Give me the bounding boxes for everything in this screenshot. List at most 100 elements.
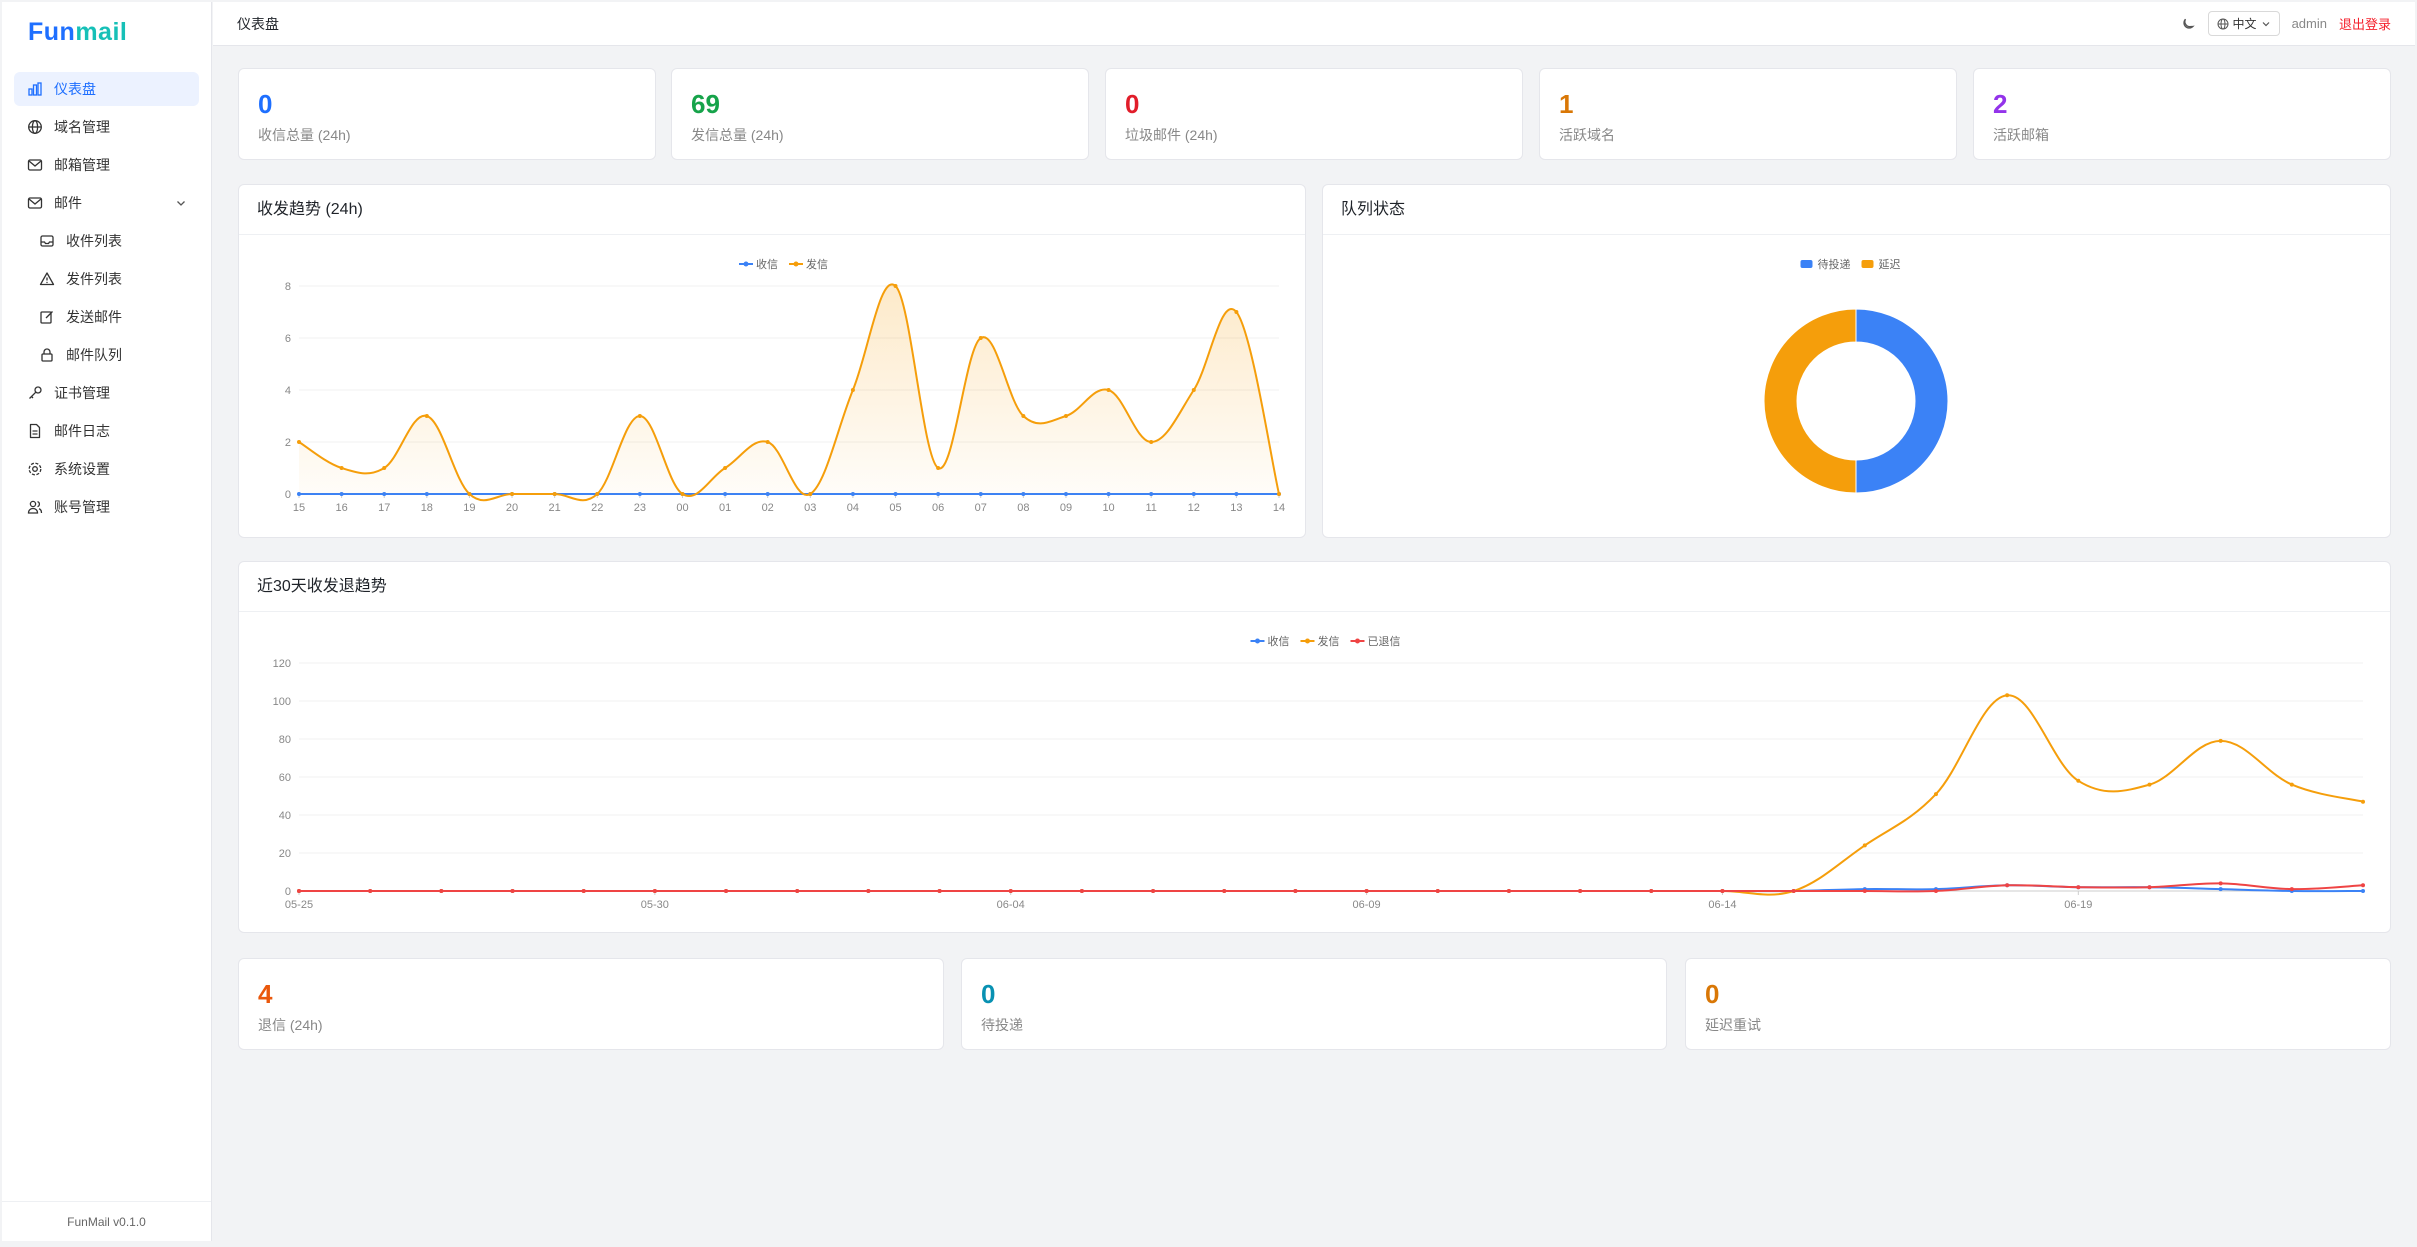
data-point <box>893 284 898 288</box>
stat-value: 2 <box>1993 89 2008 119</box>
data-point <box>467 492 472 496</box>
data-point <box>795 889 800 893</box>
stat-label: 活跃域名 <box>1559 127 1615 143</box>
legend-swatch <box>1861 260 1874 268</box>
stat-value: 0 <box>981 979 996 1009</box>
data-point <box>1862 889 1867 893</box>
language-value: 中文 <box>2232 17 2257 31</box>
x-tick-label: 08 <box>1017 502 1029 514</box>
data-point <box>1222 889 1227 893</box>
language-select[interactable]: 中文 <box>2207 11 2280 36</box>
data-point <box>368 889 373 893</box>
data-point <box>1149 440 1154 444</box>
legend-label: 收信 <box>756 257 778 271</box>
sidebar-item-6[interactable]: 发送邮件 <box>14 300 199 334</box>
users-icon <box>26 498 44 516</box>
sidebar-item-4[interactable]: 收件列表 <box>14 224 199 258</box>
globe-icon <box>26 118 44 136</box>
y-tick-label: 80 <box>279 734 291 746</box>
data-point <box>510 492 515 496</box>
trend-30d-chart: 0 20 40 60 80 100 120 05-25 05-30 06-04 06-09 06-14… <box>273 634 2365 911</box>
sidebar-item-label: 邮件 <box>54 195 82 211</box>
version-label: FunMail v0.1.0 <box>2 1201 211 1241</box>
x-tick-label: 18 <box>421 502 433 514</box>
stat-card-sent: 69 发信总量 (24h) <box>671 68 1089 160</box>
data-point <box>724 889 729 893</box>
data-point <box>1234 310 1239 314</box>
data-point <box>637 414 642 418</box>
stat-card-deferred: 0 延迟重试 <box>1685 958 2391 1050</box>
x-tick-label: 06-09 <box>1353 899 1381 911</box>
x-tick-label: 06-14 <box>1708 899 1736 911</box>
data-point <box>1506 889 1511 893</box>
data-point <box>1106 388 1111 392</box>
sidebar-item-label: 发件列表 <box>66 271 122 287</box>
x-tick-label: 16 <box>335 502 347 514</box>
moon-icon[interactable] <box>2180 16 2196 32</box>
x-tick-label: 23 <box>634 502 646 514</box>
logout-link[interactable]: 退出登录 <box>2339 14 2391 33</box>
sidebar-item-8[interactable]: 证书管理 <box>14 376 199 410</box>
stat-label: 延迟重试 <box>1705 1017 1761 1033</box>
data-point <box>2361 883 2365 888</box>
data-point <box>1364 889 1369 893</box>
y-tick-label: 100 <box>273 696 291 708</box>
legend-marker <box>1305 638 1310 644</box>
data-point <box>297 889 301 893</box>
inbox-icon <box>38 232 56 250</box>
sidebar-item-0[interactable]: 仪表盘 <box>14 72 199 106</box>
x-tick-label: 11 <box>1145 502 1156 514</box>
stat-label: 活跃邮箱 <box>1993 127 2049 143</box>
data-point <box>2147 885 2152 890</box>
data-point <box>510 889 515 893</box>
data-point <box>1933 792 1938 797</box>
y-tick-label: 60 <box>279 772 291 784</box>
x-tick-label: 09 <box>1060 502 1072 514</box>
data-point <box>2218 881 2223 886</box>
sidebar-item-3[interactable]: 邮件 <box>14 186 199 220</box>
data-point <box>2361 799 2365 804</box>
data-point <box>439 889 444 893</box>
queue-status-chart: 待投递 延迟 <box>1763 257 1949 494</box>
data-point <box>765 440 770 444</box>
y-tick-label: 4 <box>285 385 291 397</box>
sidebar-item-label: 收件列表 <box>66 233 122 249</box>
x-tick-label: 05-25 <box>285 899 313 911</box>
top-header: 仪表盘 中文 admin 退出登录 <box>213 2 2415 46</box>
trend-30d-panel: 近30天收发退趋势 0 20 40 60 80 100 120 05-25 05-30 06-04… <box>238 561 2391 933</box>
legend-marker <box>1355 638 1360 644</box>
sidebar-item-2[interactable]: 邮箱管理 <box>14 148 199 182</box>
x-tick-label: 03 <box>804 502 816 514</box>
data-point <box>1435 889 1440 893</box>
chevron-down-icon <box>2261 19 2271 29</box>
panel-title: 队列状态 <box>1323 185 2390 235</box>
data-point <box>2005 883 2010 888</box>
data-point <box>1079 889 1084 893</box>
sidebar-item-label: 邮件日志 <box>54 423 110 439</box>
x-tick-label: 12 <box>1188 502 1200 514</box>
sidebar-item-11[interactable]: 账号管理 <box>14 490 199 524</box>
sidebar-item-9[interactable]: 邮件日志 <box>14 414 199 448</box>
pie-slice <box>1763 308 1857 494</box>
data-point <box>1720 889 1725 893</box>
sidebar-item-10[interactable]: 系统设置 <box>14 452 199 486</box>
stat-value: 0 <box>258 89 273 119</box>
series-line <box>299 694 2364 896</box>
trend-24h-panel: 收发趋势 (24h) 0 2 4 6 8 15 16 17 18 19 20 21 22 23 00 01 02… <box>238 184 1306 538</box>
stat-card-active-mailboxes: 2 活跃邮箱 <box>1973 68 2391 160</box>
data-point <box>680 492 685 496</box>
data-point <box>808 492 813 496</box>
data-point <box>1277 492 1281 496</box>
trend-24h-chart: 0246815 16 17 18 19 20 21 22 23 00 01 02 03 04 05 06 07 0… <box>285 257 1285 514</box>
stat-card-active-domains: 1 活跃域名 <box>1539 68 1957 160</box>
sidebar-item-7[interactable]: 邮件队列 <box>14 338 199 372</box>
sidebar-nav: 仪表盘域名管理邮箱管理邮件收件列表发件列表发送邮件邮件队列证书管理邮件日志系统设… <box>2 72 211 524</box>
edit-icon <box>38 308 56 326</box>
data-point <box>297 440 301 444</box>
sidebar-item-label: 账号管理 <box>54 499 110 515</box>
data-point <box>936 466 941 470</box>
sidebar-item-5[interactable]: 发件列表 <box>14 262 199 296</box>
sidebar-item-1[interactable]: 域名管理 <box>14 110 199 144</box>
y-tick-label: 40 <box>279 810 291 822</box>
data-point <box>2361 889 2365 893</box>
